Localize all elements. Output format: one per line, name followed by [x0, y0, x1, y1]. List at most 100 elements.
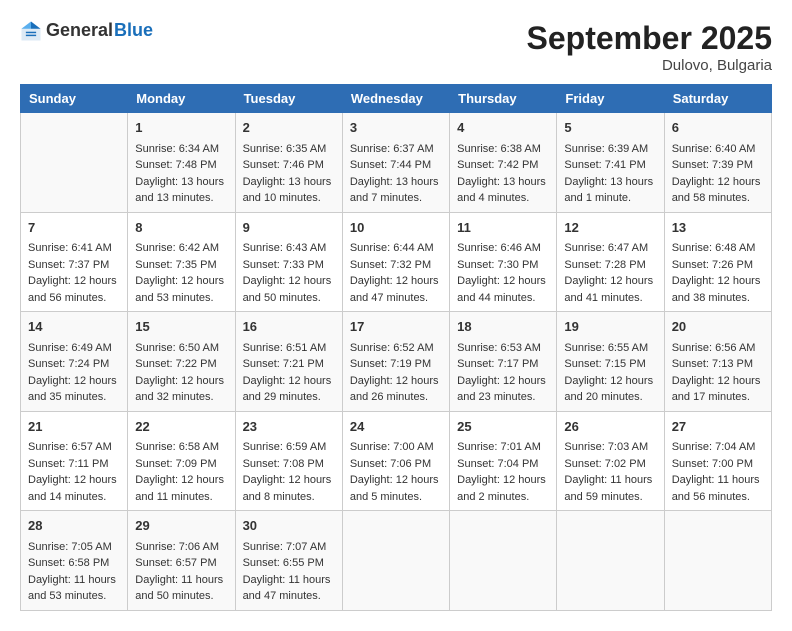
sunset-text: Sunset: 7:19 PM — [350, 356, 442, 373]
day-cell: 5Sunrise: 6:39 AMSunset: 7:41 PMDaylight… — [557, 113, 664, 213]
cell-content: 26Sunrise: 7:03 AMSunset: 7:02 PMDayligh… — [564, 417, 656, 506]
daylight-text: Daylight: 12 hours and 32 minutes. — [135, 373, 227, 406]
cell-content: 25Sunrise: 7:01 AMSunset: 7:04 PMDayligh… — [457, 417, 549, 506]
day-number: 28 — [28, 516, 120, 536]
day-number: 10 — [350, 218, 442, 238]
sunset-text: Sunset: 7:26 PM — [672, 257, 764, 274]
day-number: 12 — [564, 218, 656, 238]
sunset-text: Sunset: 7:09 PM — [135, 456, 227, 473]
header-row: SundayMondayTuesdayWednesdayThursdayFrid… — [21, 85, 772, 113]
day-number: 19 — [564, 317, 656, 337]
day-cell: 24Sunrise: 7:00 AMSunset: 7:06 PMDayligh… — [342, 411, 449, 511]
day-number: 21 — [28, 417, 120, 437]
day-cell — [664, 511, 771, 611]
day-cell: 6Sunrise: 6:40 AMSunset: 7:39 PMDaylight… — [664, 113, 771, 213]
daylight-text: Daylight: 12 hours and 58 minutes. — [672, 174, 764, 207]
day-number: 4 — [457, 118, 549, 138]
day-number: 1 — [135, 118, 227, 138]
sunset-text: Sunset: 7:21 PM — [243, 356, 335, 373]
daylight-text: Daylight: 12 hours and 38 minutes. — [672, 273, 764, 306]
daylight-text: Daylight: 12 hours and 35 minutes. — [28, 373, 120, 406]
daylight-text: Daylight: 12 hours and 53 minutes. — [135, 273, 227, 306]
daylight-text: Daylight: 12 hours and 56 minutes. — [28, 273, 120, 306]
day-cell: 4Sunrise: 6:38 AMSunset: 7:42 PMDaylight… — [450, 113, 557, 213]
sunset-text: Sunset: 7:15 PM — [564, 356, 656, 373]
daylight-text: Daylight: 12 hours and 20 minutes. — [564, 373, 656, 406]
location: Dulovo, Bulgaria — [527, 57, 772, 74]
day-number: 7 — [28, 218, 120, 238]
sunset-text: Sunset: 7:33 PM — [243, 257, 335, 274]
sunset-text: Sunset: 7:35 PM — [135, 257, 227, 274]
cell-content: 15Sunrise: 6:50 AMSunset: 7:22 PMDayligh… — [135, 317, 227, 406]
logo-general: General — [46, 21, 113, 41]
cell-content: 9Sunrise: 6:43 AMSunset: 7:33 PMDaylight… — [243, 218, 335, 307]
header-tuesday: Tuesday — [235, 85, 342, 113]
daylight-text: Daylight: 12 hours and 2 minutes. — [457, 472, 549, 505]
sunset-text: Sunset: 7:46 PM — [243, 157, 335, 174]
sunrise-text: Sunrise: 6:51 AM — [243, 340, 335, 357]
header-sunday: Sunday — [21, 85, 128, 113]
cell-content: 8 Sunrise: 6:42 AMSunset: 7:35 PMDaylight… — [135, 218, 227, 307]
cell-content: 29Sunrise: 7:06 AMSunset: 6:57 PMDayligh… — [135, 516, 227, 605]
day-cell: 18Sunrise: 6:53 AMSunset: 7:17 PMDayligh… — [450, 312, 557, 412]
day-number: 20 — [672, 317, 764, 337]
daylight-text: Daylight: 12 hours and 23 minutes. — [457, 373, 549, 406]
sunrise-text: Sunrise: 7:05 AM — [28, 539, 120, 556]
week-row-0: 1Sunrise: 6:34 AMSunset: 7:48 PMDaylight… — [21, 113, 772, 213]
cell-content: 3Sunrise: 6:37 AMSunset: 7:44 PMDaylight… — [350, 118, 442, 207]
sunrise-text: Sunrise: 6:47 AM — [564, 240, 656, 257]
daylight-text: Daylight: 11 hours and 53 minutes. — [28, 572, 120, 605]
sunrise-text: Sunrise: 6:43 AM — [243, 240, 335, 257]
cell-content: 19 Sunrise: 6:55 AMSunset: 7:15 PMDayligh… — [564, 317, 656, 406]
sunset-text: Sunset: 7:11 PM — [28, 456, 120, 473]
sunrise-text: Sunrise: 6:53 AM — [457, 340, 549, 357]
sunrise-text: Sunrise: 6:34 AM — [135, 141, 227, 158]
sunrise-text: Sunrise: 6:40 AM — [672, 141, 764, 158]
cell-content: 4Sunrise: 6:38 AMSunset: 7:42 PMDaylight… — [457, 118, 549, 207]
sunrise-text: Sunrise: 6:42 AM — [135, 240, 227, 257]
sunrise-text: Sunrise: 6:38 AM — [457, 141, 549, 158]
day-cell: 10Sunrise: 6:44 AMSunset: 7:32 PMDayligh… — [342, 212, 449, 312]
sunset-text: Sunset: 7:32 PM — [350, 257, 442, 274]
day-number: 9 — [243, 218, 335, 238]
day-number: 30 — [243, 516, 335, 536]
day-number: 29 — [135, 516, 227, 536]
day-number: 15 — [135, 317, 227, 337]
header-thursday: Thursday — [450, 85, 557, 113]
day-number: 8 — [135, 218, 227, 238]
sunset-text: Sunset: 7:42 PM — [457, 157, 549, 174]
day-cell: 21Sunrise: 6:57 AMSunset: 7:11 PMDayligh… — [21, 411, 128, 511]
sunset-text: Sunset: 7:06 PM — [350, 456, 442, 473]
day-number: 17 — [350, 317, 442, 337]
logo-text: General Blue — [46, 21, 153, 41]
day-cell: 1Sunrise: 6:34 AMSunset: 7:48 PMDaylight… — [128, 113, 235, 213]
sunrise-text: Sunrise: 7:01 AM — [457, 439, 549, 456]
day-cell: 17Sunrise: 6:52 AMSunset: 7:19 PMDayligh… — [342, 312, 449, 412]
sunset-text: Sunset: 7:37 PM — [28, 257, 120, 274]
day-cell: 12Sunrise: 6:47 AMSunset: 7:28 PMDayligh… — [557, 212, 664, 312]
sunset-text: Sunset: 7:04 PM — [457, 456, 549, 473]
cell-content: 6Sunrise: 6:40 AMSunset: 7:39 PMDaylight… — [672, 118, 764, 207]
cell-content: 13Sunrise: 6:48 AMSunset: 7:26 PMDayligh… — [672, 218, 764, 307]
day-cell: 27Sunrise: 7:04 AMSunset: 7:00 PMDayligh… — [664, 411, 771, 511]
sunset-text: Sunset: 7:28 PM — [564, 257, 656, 274]
logo-blue: Blue — [114, 21, 153, 41]
cell-content: 20Sunrise: 6:56 AMSunset: 7:13 PMDayligh… — [672, 317, 764, 406]
cell-content: 1Sunrise: 6:34 AMSunset: 7:48 PMDaylight… — [135, 118, 227, 207]
day-number: 3 — [350, 118, 442, 138]
cell-content: 5Sunrise: 6:39 AMSunset: 7:41 PMDaylight… — [564, 118, 656, 207]
cell-content: 2Sunrise: 6:35 AMSunset: 7:46 PMDaylight… — [243, 118, 335, 207]
cell-content: 27Sunrise: 7:04 AMSunset: 7:00 PMDayligh… — [672, 417, 764, 506]
day-cell: 3Sunrise: 6:37 AMSunset: 7:44 PMDaylight… — [342, 113, 449, 213]
month-title: September 2025 — [527, 20, 772, 57]
day-number: 14 — [28, 317, 120, 337]
sunset-text: Sunset: 7:41 PM — [564, 157, 656, 174]
calendar-body: 1Sunrise: 6:34 AMSunset: 7:48 PMDaylight… — [21, 113, 772, 611]
cell-content: 12Sunrise: 6:47 AMSunset: 7:28 PMDayligh… — [564, 218, 656, 307]
sunrise-text: Sunrise: 6:39 AM — [564, 141, 656, 158]
sunset-text: Sunset: 6:55 PM — [243, 555, 335, 572]
day-number: 5 — [564, 118, 656, 138]
sunrise-text: Sunrise: 6:55 AM — [564, 340, 656, 357]
day-cell: 19 Sunrise: 6:55 AMSunset: 7:15 PMDayligh… — [557, 312, 664, 412]
daylight-text: Daylight: 12 hours and 5 minutes. — [350, 472, 442, 505]
